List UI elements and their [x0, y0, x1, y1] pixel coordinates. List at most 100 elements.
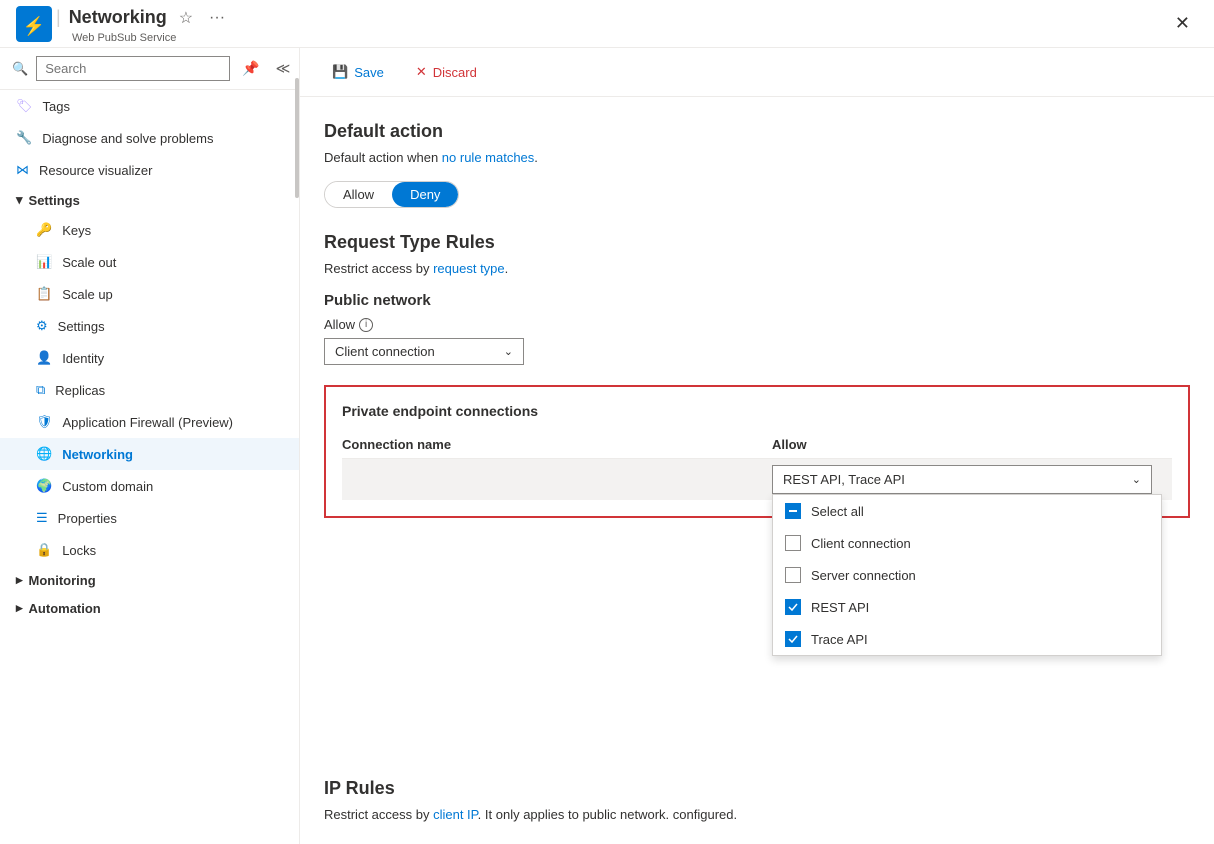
domain-icon: 🌍 [36, 478, 52, 494]
sidebar-item-label: Locks [62, 543, 96, 558]
ip-table-header: CIDR or Service Tag Action [324, 838, 1190, 844]
allow-dropdown-menu: Select all Client connection Server conn… [772, 494, 1162, 656]
dropdown-item-select-all[interactable]: Select all [773, 495, 1161, 527]
page-title: Networking [69, 7, 167, 28]
firewall-icon: 🛡 [36, 414, 53, 430]
default-action-title: Default action [324, 121, 1190, 142]
client-connection-checkbox[interactable] [785, 535, 801, 551]
allow-dropdown[interactable]: REST API, Trace API ⌄ [772, 465, 1152, 494]
private-endpoint-section: Private endpoint connections Connection … [324, 385, 1190, 518]
rest-api-checkbox[interactable] [785, 599, 801, 615]
tag-icon: 🏷 [16, 98, 33, 114]
request-type-link[interactable]: request type [433, 261, 505, 276]
sidebar-item-settings[interactable]: ⚙ Settings [0, 310, 299, 342]
col-connection-name: Connection name [342, 437, 772, 452]
private-endpoint-title: Private endpoint connections [342, 403, 1172, 419]
wrench-icon: 🔧 [16, 130, 32, 146]
sidebar-item-label: Scale out [62, 255, 116, 270]
scale-up-icon: 📋 [36, 286, 52, 302]
public-network-title: Public network [324, 292, 1190, 309]
sidebar-item-networking[interactable]: 🌐 Networking [0, 438, 299, 470]
sidebar-item-properties[interactable]: ☰ Properties [0, 502, 299, 534]
pin-button[interactable]: 📌 [238, 56, 263, 81]
sidebar-section-label: Monitoring [29, 573, 96, 588]
table-row: REST API, Trace API ⌄ Select all [342, 459, 1172, 500]
dropdown-item-client-connection[interactable]: Client connection [773, 527, 1161, 559]
sidebar-item-resource-visualizer[interactable]: ⋈ Resource visualizer [0, 154, 299, 186]
network-icon: ⋈ [16, 162, 29, 178]
dropdown-item-trace-api[interactable]: Trace API [773, 623, 1161, 655]
search-input[interactable] [36, 56, 230, 81]
private-endpoint-table-header: Connection name Allow [342, 431, 1172, 459]
sidebar-section-label: Automation [29, 601, 101, 616]
sidebar-item-identity[interactable]: 👤 Identity [0, 342, 299, 374]
sidebar-item-app-firewall[interactable]: 🛡 Application Firewall (Preview) [0, 406, 299, 438]
more-options-button[interactable]: ··· [205, 5, 229, 31]
public-network-dropdown[interactable]: Client connection ⌄ [324, 338, 524, 365]
toolbar: 💾 Save ✕ Discard [300, 48, 1214, 97]
sidebar-item-custom-domain[interactable]: 🌍 Custom domain [0, 470, 299, 502]
sidebar-section-label: Settings [29, 193, 80, 208]
sidebar-item-scale-up[interactable]: 📋 Scale up [0, 278, 299, 310]
sidebar-item-diagnose[interactable]: 🔧 Diagnose and solve problems [0, 122, 299, 154]
chevron-down-icon: ▾ [16, 192, 23, 208]
sidebar-scrollbar[interactable] [293, 48, 299, 844]
header: ⚡ | Networking ☆ ··· Web PubSub Service … [0, 0, 1214, 48]
dropdown-item-server-connection[interactable]: Server connection [773, 559, 1161, 591]
sidebar-item-label: Identity [62, 351, 104, 366]
request-type-rules-section: Request Type Rules Restrict access by re… [324, 232, 1190, 365]
dropdown-item-label: Client connection [811, 536, 911, 551]
info-icon[interactable]: i [359, 318, 373, 332]
ip-rules-desc: Restrict access by client IP. It only ap… [324, 807, 1190, 822]
discard-label: Discard [433, 65, 477, 80]
trace-api-checkbox[interactable] [785, 631, 801, 647]
sidebar-item-label: Diagnose and solve problems [42, 131, 213, 146]
sidebar-item-label: Settings [58, 319, 105, 334]
sidebar-item-tags[interactable]: 🏷 Tags [0, 90, 299, 122]
select-all-checkbox[interactable] [785, 503, 801, 519]
sidebar-section-automation[interactable]: ▸ Automation [0, 594, 299, 622]
allow-dropdown-cell: REST API, Trace API ⌄ Select all [772, 465, 1172, 494]
public-network-area: Public network Allow i Client connection… [324, 292, 1190, 365]
sidebar-item-keys[interactable]: 🔑 Keys [0, 214, 299, 246]
key-icon: 🔑 [36, 222, 52, 238]
sidebar-item-label: Application Firewall (Preview) [63, 415, 234, 430]
favorite-button[interactable]: ☆ [175, 4, 197, 32]
default-action-desc: Default action when no rule matches. [324, 150, 1190, 165]
sidebar-item-label: Tags [43, 99, 70, 114]
dropdown-chevron-icon: ⌄ [1132, 473, 1141, 486]
sidebar-item-locks[interactable]: 🔒 Locks [0, 534, 299, 566]
chevron-right-icon: ▸ [16, 572, 23, 588]
sidebar-section-monitoring[interactable]: ▸ Monitoring [0, 566, 299, 594]
save-icon: 💾 [332, 64, 348, 80]
sidebar-item-label: Networking [62, 447, 133, 462]
identity-icon: 👤 [36, 350, 52, 366]
dropdown-item-label: REST API [811, 600, 869, 615]
no-rule-matches-link[interactable]: no rule matches [442, 150, 535, 165]
chevron-right-icon: ▸ [16, 600, 23, 616]
header-divider: | [56, 7, 61, 28]
dropdown-item-label: Server connection [811, 568, 916, 583]
collapse-button[interactable]: ≪ [272, 56, 295, 81]
discard-button[interactable]: ✕ Discard [408, 60, 485, 84]
sidebar-item-label: Custom domain [62, 479, 153, 494]
sidebar-item-label: Properties [58, 511, 117, 526]
server-connection-checkbox[interactable] [785, 567, 801, 583]
client-ip-link[interactable]: client IP [433, 807, 478, 822]
azure-logo-icon: ⚡ [16, 6, 52, 42]
close-button[interactable]: ✕ [1167, 9, 1198, 38]
sidebar-item-label: Scale up [62, 287, 113, 302]
sidebar-item-scale-out[interactable]: 📊 Scale out [0, 246, 299, 278]
header-title-group: | Networking ☆ ··· Web PubSub Service [56, 4, 229, 44]
networking-icon: 🌐 [36, 446, 52, 462]
replicas-icon: ⧉ [36, 382, 45, 398]
dropdown-item-label: Select all [811, 504, 864, 519]
sidebar-item-label: Replicas [55, 383, 105, 398]
dropdown-item-rest-api[interactable]: REST API [773, 591, 1161, 623]
deny-toggle[interactable]: Deny [392, 182, 458, 207]
sidebar-item-replicas[interactable]: ⧉ Replicas [0, 374, 299, 406]
sidebar-section-settings[interactable]: ▾ Settings [0, 186, 299, 214]
save-button[interactable]: 💾 Save [324, 60, 392, 84]
request-type-rules-title: Request Type Rules [324, 232, 1190, 253]
allow-toggle[interactable]: Allow [325, 182, 392, 207]
